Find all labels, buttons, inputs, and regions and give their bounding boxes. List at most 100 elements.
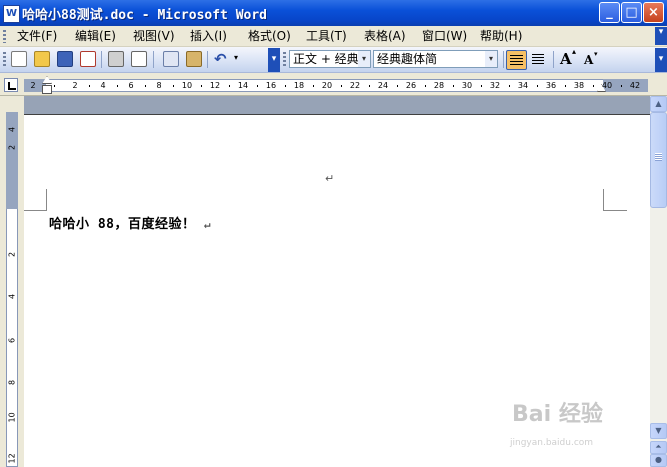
ruler-tick-label: 2	[30, 81, 36, 90]
ruler-tick-label: 34	[517, 81, 529, 90]
text-boundary-corner	[46, 189, 47, 210]
ruler-minor-tick	[173, 85, 174, 87]
ruler-tick-label: 18	[293, 81, 305, 90]
menu-grip[interactable]	[3, 30, 6, 43]
ruler-minor-tick	[453, 85, 454, 87]
grow-font-icon[interactable]: A	[560, 50, 572, 68]
ruler-minor-tick	[425, 85, 426, 87]
ruler-tick-label: 20	[321, 81, 333, 90]
previous-page-button[interactable]: ⏶	[650, 441, 667, 454]
scroll-up-button[interactable]: ▲	[650, 96, 667, 112]
ruler-minor-tick	[369, 85, 370, 87]
ruler-minor-tick	[313, 85, 314, 87]
vertical-ruler-tick-label: 8	[7, 379, 17, 386]
text-boundary-corner	[603, 210, 627, 211]
copy-icon[interactable]	[163, 51, 179, 67]
ruler-tick-label: 14	[237, 81, 249, 90]
ruler-minor-tick	[201, 85, 202, 87]
ruler-minor-tick	[509, 85, 510, 87]
shrink-font-icon[interactable]: A	[584, 53, 593, 67]
ruler-tick-label: 4	[100, 81, 106, 90]
ruler-tick-label: 24	[377, 81, 389, 90]
toolbar-separator	[207, 51, 208, 68]
ruler-minor-tick	[54, 85, 55, 87]
word-app-icon[interactable]: W	[3, 5, 20, 23]
paragraph-mark: ↵	[203, 218, 211, 231]
ruler-tick-label: 40	[601, 81, 613, 90]
ruler-tick-label: 26	[405, 81, 417, 90]
new-document-icon[interactable]	[11, 51, 27, 67]
open-folder-icon[interactable]	[34, 51, 50, 67]
toolbar-overflow-chevron-icon[interactable]: ▾	[655, 48, 667, 72]
ruler-minor-tick	[117, 85, 118, 87]
style-combobox[interactable]: 正文 + 经典 ▾	[289, 50, 371, 68]
toolbar-overflow-chevron-icon[interactable]: ▾	[268, 48, 280, 72]
print-preview-icon[interactable]	[131, 51, 147, 67]
menu-table[interactable]: 表格(A)	[364, 28, 406, 44]
toolbar-separator	[553, 51, 554, 68]
minimize-button[interactable]: _	[599, 2, 620, 23]
select-browse-object-button[interactable]: ●	[650, 454, 667, 467]
menu-edit[interactable]: 编辑(E)	[75, 28, 116, 44]
text-boundary-corner	[603, 189, 604, 210]
menu-window[interactable]: 窗口(W)	[422, 28, 467, 44]
align-justify-icon[interactable]	[506, 50, 527, 70]
ruler-tick-label: 16	[265, 81, 277, 90]
ruler-minor-tick	[481, 85, 482, 87]
ruler-tick-label: 36	[545, 81, 557, 90]
header-paragraph-mark: ↵	[325, 172, 335, 185]
font-value: 经典趣体简	[377, 52, 438, 66]
ruler-minor-tick	[593, 85, 594, 87]
tab-selector-icon[interactable]	[4, 78, 18, 92]
menu-tools[interactable]: 工具(T)	[306, 28, 347, 44]
chevron-down-icon[interactable]: ▾	[485, 51, 497, 67]
baidu-watermark: Bai 经验	[512, 402, 603, 427]
ruler-tick-label: 28	[433, 81, 445, 90]
scroll-thumb[interactable]	[650, 112, 667, 208]
ruler-minor-tick	[145, 85, 146, 87]
ruler-tick-label: 8	[156, 81, 162, 90]
menu-view[interactable]: 视图(V)	[133, 28, 175, 44]
ruler-tick-label: 10	[181, 81, 193, 90]
ruler-tick-label: 6	[128, 81, 134, 90]
undo-dropdown-icon[interactable]: ▾	[234, 53, 238, 62]
ruler-tick-label: 42	[629, 81, 641, 90]
undo-icon[interactable]: ↶	[214, 50, 227, 68]
ruler-tick-label: 12	[209, 81, 221, 90]
baidu-watermark-url: jingyan.baidu.com	[510, 438, 594, 448]
vertical-ruler-tick-label: 6	[7, 337, 17, 344]
print-icon[interactable]	[108, 51, 124, 67]
distributed-align-icon[interactable]	[530, 51, 546, 67]
ruler-minor-tick	[397, 85, 398, 87]
ruler-minor-tick	[537, 85, 538, 87]
grow-arrow-icon: ▴	[572, 47, 577, 56]
menu-help[interactable]: 帮助(H)	[480, 28, 522, 44]
scroll-down-button[interactable]: ▼	[650, 423, 667, 439]
ruler-tick-label: 30	[461, 81, 473, 90]
document-body-text: 哈哈小 88，百度经验！	[49, 217, 196, 232]
vertical-ruler-tick-label: 4	[7, 293, 17, 300]
save-icon[interactable]	[57, 51, 73, 67]
maximize-button[interactable]: □	[621, 2, 642, 23]
chevron-down-icon[interactable]: ▾	[358, 51, 370, 67]
close-button[interactable]: ×	[643, 2, 664, 23]
formatting-toolbar-grip[interactable]	[283, 52, 286, 67]
menu-format[interactable]: 格式(O)	[248, 28, 291, 44]
vertical-ruler-tick-label: 2	[7, 251, 17, 258]
document-body-line[interactable]: 哈哈小 88，百度经验！ ↵	[49, 213, 211, 232]
font-combobox[interactable]: 经典趣体简 ▾	[373, 50, 498, 68]
ruler-minor-tick	[341, 85, 342, 87]
vertical-ruler-tick-label: 12	[7, 453, 17, 464]
ruler-tick-label: 22	[349, 81, 361, 90]
toolbar-grip[interactable]	[3, 52, 6, 67]
menu-insert[interactable]: 插入(I)	[190, 28, 227, 44]
ruler-minor-tick	[285, 85, 286, 87]
ruler-tick-label: 38	[573, 81, 585, 90]
left-indent-marker[interactable]	[42, 85, 52, 94]
permission-icon[interactable]	[80, 51, 96, 67]
toolbar-separator	[153, 51, 154, 68]
menu-file[interactable]: 文件(F)	[17, 28, 57, 44]
menu-overflow-chevron-icon[interactable]: ▾	[655, 27, 667, 45]
paste-icon[interactable]	[186, 51, 202, 67]
vertical-ruler-tick-label: 10	[7, 412, 17, 423]
